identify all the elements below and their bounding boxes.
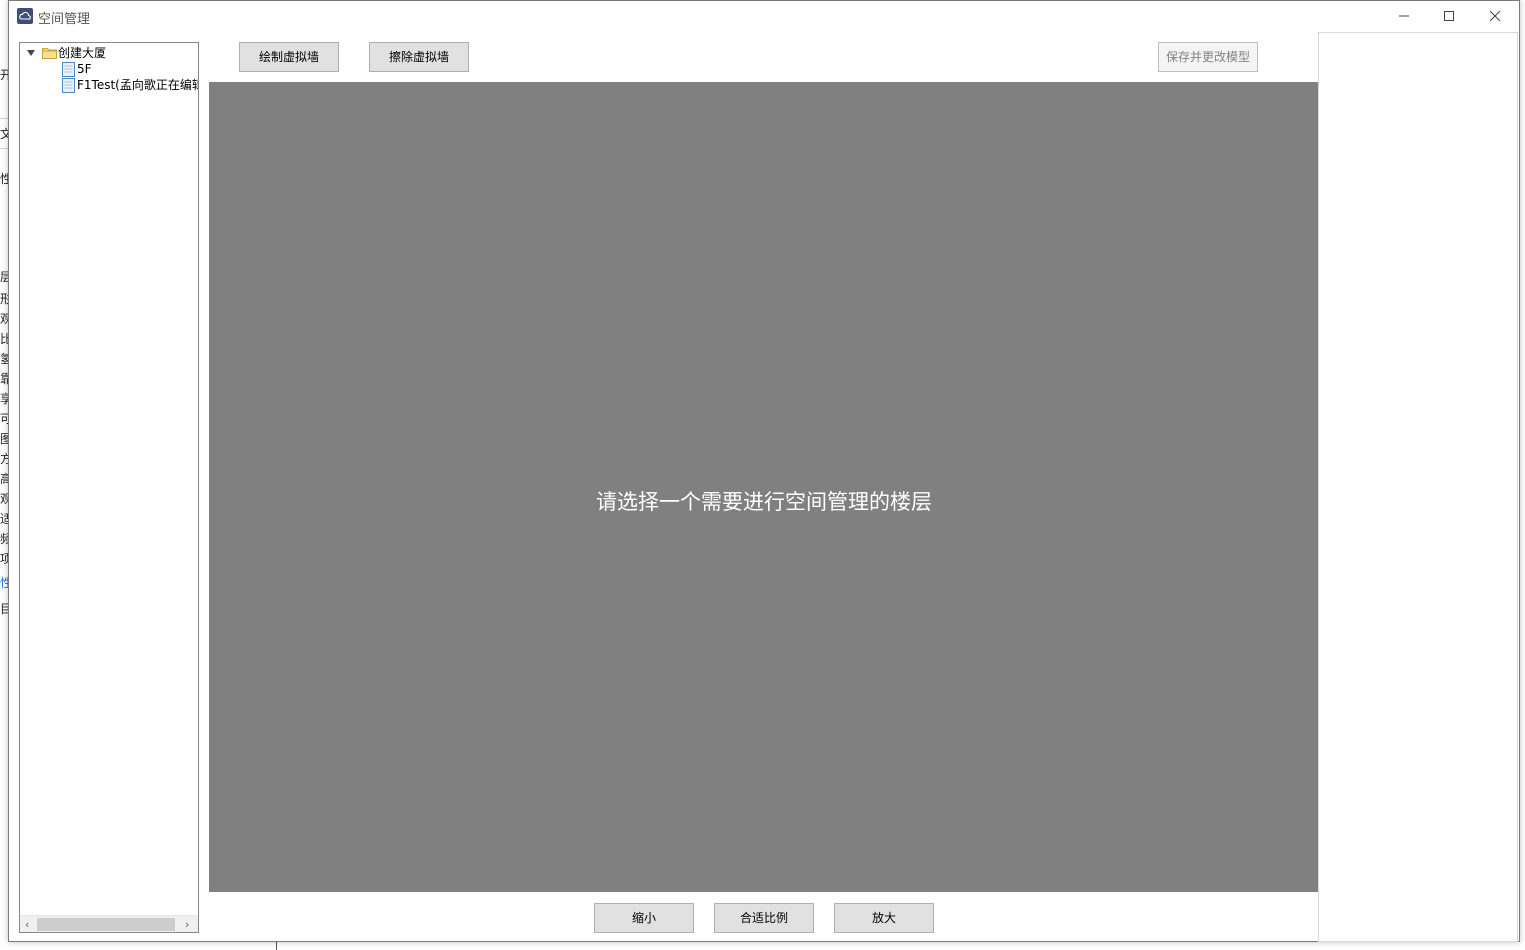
minimize-button[interactable]	[1381, 1, 1427, 31]
background-app-edge: 开 文 性 层 形 观 比 氢 靠 享 可 图 方 高 观 适 频 项 性 目	[0, 0, 8, 950]
floor-canvas[interactable]: 请选择一个需要进行空间管理的楼层	[209, 82, 1319, 892]
background-text-fragment: 性	[0, 172, 8, 186]
scroll-right-icon[interactable]: ›	[185, 918, 189, 931]
canvas-placeholder-message: 请选择一个需要进行空间管理的楼层	[596, 490, 932, 514]
background-divider	[276, 942, 277, 950]
expand-arrow-icon[interactable]	[27, 50, 35, 56]
background-text-fragment: 图	[0, 432, 8, 446]
window-title: 空间管理	[38, 12, 91, 27]
background-text-fragment: 方	[0, 452, 8, 466]
tree-item-label: 5F	[77, 62, 92, 76]
cloud-icon	[17, 8, 33, 24]
maximize-button[interactable]	[1426, 1, 1472, 31]
tree-item-floor[interactable]: 5F	[20, 61, 198, 77]
divider	[0, 148, 8, 149]
background-text-fragment: 性	[0, 576, 8, 590]
floor-tree[interactable]: 创建大厦 5F F1Test(孟向歌正在编辑 ‹ ›	[19, 42, 199, 933]
erase-virtual-wall-button[interactable]: 擦除虚拟墙	[369, 42, 469, 72]
horizontal-scrollbar[interactable]: ‹ ›	[20, 915, 198, 932]
zoom-out-button[interactable]: 缩小	[594, 903, 694, 933]
save-and-update-model-button[interactable]: 保存并更改模型	[1158, 42, 1258, 72]
background-text-fragment: 形	[0, 292, 8, 306]
background-text-fragment: 观	[0, 492, 8, 506]
tree-item-label: F1Test(孟向歌正在编辑	[77, 78, 198, 92]
background-text-fragment: 频	[0, 532, 8, 546]
background-text-fragment: 靠	[0, 372, 8, 386]
background-text-fragment: 比	[0, 332, 8, 346]
fit-scale-button[interactable]: 合适比例	[714, 903, 814, 933]
scrollbar-thumb[interactable]	[37, 918, 175, 931]
background-text-fragment: 层	[0, 270, 8, 284]
background-text-fragment: 氢	[0, 352, 8, 366]
space-management-window: 空间管理 创建大厦 5F F1Test(孟向歌正在编辑 ‹ › 绘制虚拟墙 擦除…	[8, 0, 1520, 942]
background-text-fragment: 高	[0, 472, 8, 486]
draw-virtual-wall-button[interactable]: 绘制虚拟墙	[239, 42, 339, 72]
close-icon	[1489, 10, 1501, 22]
document-icon	[62, 62, 75, 77]
background-text-fragment: 观	[0, 312, 8, 326]
properties-panel	[1318, 32, 1518, 942]
background-text-fragment: 目	[0, 602, 8, 616]
background-text-fragment: 适	[0, 512, 8, 526]
background-text-fragment: 开	[0, 68, 8, 82]
tree-item-root[interactable]: 创建大厦	[20, 45, 198, 61]
background-text-fragment: 可	[0, 412, 8, 426]
close-button[interactable]	[1472, 1, 1518, 31]
folder-icon	[42, 48, 57, 59]
background-text-fragment: 享	[0, 392, 8, 406]
background-text-fragment: 项	[0, 552, 8, 566]
tree-item-floor[interactable]: F1Test(孟向歌正在编辑	[20, 77, 198, 93]
document-icon	[62, 78, 75, 93]
minimize-icon	[1399, 15, 1409, 17]
scroll-left-icon[interactable]: ‹	[25, 918, 29, 931]
maximize-icon	[1444, 11, 1454, 21]
tree-item-label: 创建大厦	[58, 46, 107, 60]
background-text-fragment: 文	[0, 127, 8, 141]
divider	[0, 118, 8, 119]
zoom-in-button[interactable]: 放大	[834, 903, 934, 933]
title-bar[interactable]: 空间管理	[9, 1, 1519, 31]
